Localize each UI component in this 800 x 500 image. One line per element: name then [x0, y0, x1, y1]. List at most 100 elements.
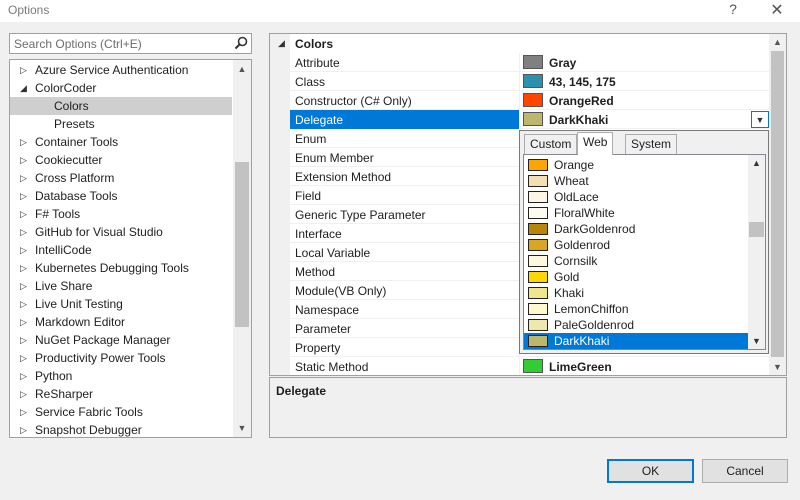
property-value[interactable]: DarkKhaki ▼ — [519, 110, 771, 129]
expand-icon[interactable]: ▷ — [20, 172, 30, 184]
color-name: Goldenrod — [554, 238, 611, 252]
expand-icon[interactable]: ▷ — [20, 298, 30, 310]
tree-item[interactable]: ◢ ColorCoder — [10, 79, 232, 97]
scroll-down-icon[interactable]: ▼ — [769, 359, 786, 375]
scroll-up-icon[interactable]: ▲ — [233, 61, 251, 77]
tree-item[interactable]: ▷ Live Share — [10, 277, 232, 295]
web-color-list[interactable]: Orange Wheat OldLace FloralWhite DarkGoldenr… — [523, 154, 766, 350]
tree-item[interactable]: ▷ Azure Service Authentication — [10, 61, 232, 79]
scroll-down-icon[interactable]: ▼ — [748, 333, 765, 349]
tree-item[interactable]: ▷ ReSharper — [10, 385, 232, 403]
property-row[interactable]: Class 43, 145, 175 — [290, 72, 771, 91]
property-value[interactable]: 43, 145, 175 — [519, 72, 771, 91]
color-list-item[interactable]: DarkKhaki — [524, 333, 748, 349]
color-swatch — [528, 175, 548, 187]
tree-item[interactable]: ▷ Markdown Editor — [10, 313, 232, 331]
property-row[interactable]: Static Method LimeGreen — [290, 357, 771, 375]
color-list-item[interactable]: Khaki — [524, 285, 748, 301]
property-row[interactable]: Constructor (C# Only) OrangeRed — [290, 91, 771, 110]
tree-item[interactable]: ▷ Cookiecutter — [10, 151, 232, 169]
color-list-item[interactable]: PaleGoldenrod — [524, 317, 748, 333]
category-colors[interactable]: ◢ Colors — [270, 34, 770, 53]
expand-icon[interactable]: ▷ — [20, 352, 30, 364]
collapse-icon[interactable]: ◢ — [278, 38, 285, 49]
color-list-item[interactable]: Cornsilk — [524, 253, 748, 269]
property-name: Interface — [295, 227, 342, 241]
tree-item[interactable]: ▷ Kubernetes Debugging Tools — [10, 259, 232, 277]
expand-icon[interactable]: ▷ — [20, 262, 30, 274]
dropdown-chevron-icon[interactable]: ▼ — [751, 111, 769, 128]
options-tree[interactable]: ▷ Azure Service Authentication ◢ ColorCoder… — [9, 59, 252, 438]
property-row[interactable]: Attribute Gray — [290, 53, 771, 72]
expand-icon[interactable]: ▷ — [20, 406, 30, 418]
expand-icon[interactable]: ▷ — [20, 316, 30, 328]
tree-item[interactable]: ▷ Container Tools — [10, 133, 232, 151]
color-list-item[interactable]: Orange — [524, 157, 748, 173]
scroll-up-icon[interactable]: ▲ — [769, 34, 786, 50]
ok-button[interactable]: OK — [607, 459, 694, 483]
property-row[interactable]: Delegate DarkKhaki ▼ — [290, 110, 771, 129]
color-swatch — [528, 239, 548, 251]
expand-icon[interactable]: ▷ — [20, 154, 30, 166]
expand-icon[interactable]: ▷ — [20, 370, 30, 382]
expand-icon[interactable]: ▷ — [20, 280, 30, 292]
tab-system[interactable]: System — [625, 134, 678, 154]
expand-icon[interactable]: ▷ — [20, 424, 30, 436]
expand-icon[interactable]: ▷ — [20, 208, 30, 220]
expand-icon[interactable]: ▷ — [20, 226, 30, 238]
scroll-down-icon[interactable]: ▼ — [233, 420, 251, 436]
expand-icon[interactable]: ▷ — [20, 64, 30, 76]
expand-icon[interactable]: ▷ — [20, 190, 30, 202]
color-list-item[interactable]: LemonChiffon — [524, 301, 748, 317]
property-value[interactable]: Gray — [519, 53, 771, 72]
cancel-button[interactable]: Cancel — [702, 459, 788, 483]
scroll-up-icon[interactable]: ▲ — [748, 155, 765, 171]
tree-item[interactable]: Presets — [10, 115, 232, 133]
tree-item[interactable]: ▷ F# Tools — [10, 205, 232, 223]
tree-item[interactable]: ▷ GitHub for Visual Studio — [10, 223, 232, 241]
tree-scrollbar[interactable]: ▲ ▼ — [233, 60, 251, 437]
property-name: Enum — [295, 132, 327, 146]
color-list-item[interactable]: Wheat — [524, 173, 748, 189]
color-picker-popup[interactable]: Custom Web System Orange Wheat OldLace Floral… — [519, 130, 769, 354]
tree-item[interactable]: ▷ Service Fabric Tools — [10, 403, 232, 421]
search-icon[interactable] — [234, 36, 248, 50]
close-icon[interactable]: ✕ — [766, 0, 788, 20]
color-name: OldLace — [554, 190, 599, 204]
tree-item[interactable]: ▷ NuGet Package Manager — [10, 331, 232, 349]
color-list-scrollbar[interactable]: ▲ ▼ — [748, 155, 765, 349]
grid-scrollbar[interactable]: ▲ ▼ — [769, 34, 786, 375]
scroll-thumb[interactable] — [749, 222, 764, 237]
search-input[interactable]: Search Options (Ctrl+E) — [9, 33, 252, 54]
color-list-item[interactable]: Goldenrod — [524, 237, 748, 253]
tree-item[interactable]: ▷ Snapshot Debugger — [10, 421, 232, 437]
color-list-item[interactable]: DarkGoldenrod — [524, 221, 748, 237]
expand-icon[interactable]: ▷ — [20, 136, 30, 148]
property-value[interactable]: OrangeRed — [519, 91, 771, 110]
tree-item[interactable]: ▷ Productivity Power Tools — [10, 349, 232, 367]
tab-web[interactable]: Web — [577, 132, 614, 155]
tree-item[interactable]: ▷ Cross Platform — [10, 169, 232, 187]
color-swatch — [528, 159, 548, 171]
expand-icon[interactable]: ▷ — [20, 388, 30, 400]
scroll-thumb[interactable] — [771, 51, 784, 357]
collapse-icon[interactable]: ◢ — [20, 82, 30, 94]
tree-item-label: Service Fabric Tools — [35, 405, 143, 419]
expand-icon[interactable]: ▷ — [20, 334, 30, 346]
scroll-thumb[interactable] — [235, 162, 249, 327]
color-list-item[interactable]: OldLace — [524, 189, 748, 205]
tree-item[interactable]: ▷ Database Tools — [10, 187, 232, 205]
tab-custom[interactable]: Custom — [524, 134, 578, 154]
expand-icon[interactable]: ▷ — [20, 244, 30, 256]
color-list-item[interactable]: Gold — [524, 269, 748, 285]
tree-item[interactable]: ▷ Live Unit Testing — [10, 295, 232, 313]
color-swatch — [523, 55, 543, 69]
tree-item[interactable]: Colors — [10, 97, 232, 115]
tree-item[interactable]: ▷ Python — [10, 367, 232, 385]
tree-item-label: ReSharper — [35, 387, 94, 401]
help-icon[interactable]: ? — [724, 1, 742, 17]
tree-item[interactable]: ▷ IntelliCode — [10, 241, 232, 259]
property-value-text: OrangeRed — [549, 94, 614, 108]
property-value[interactable]: LimeGreen — [519, 357, 771, 375]
color-list-item[interactable]: FloralWhite — [524, 205, 748, 221]
